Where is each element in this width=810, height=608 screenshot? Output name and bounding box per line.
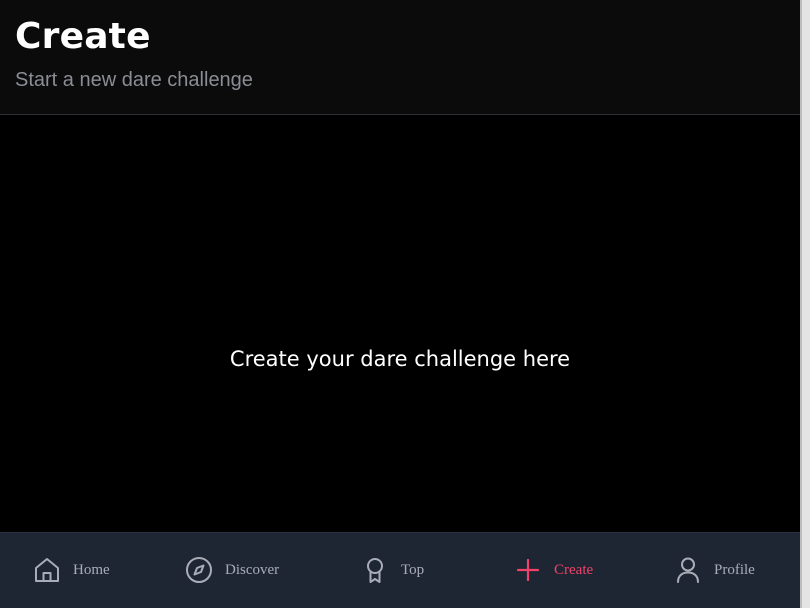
nav-item-label: Home: [73, 561, 110, 578]
create-content-area: Create your dare challenge here: [0, 116, 800, 532]
nav-item-top[interactable]: Top: [361, 533, 424, 607]
nav-item-home[interactable]: Home: [33, 533, 110, 607]
page-subtitle: Start a new dare challenge: [15, 69, 253, 91]
home-icon: [35, 558, 59, 582]
award-icon: [367, 558, 383, 583]
nav-item-label: Discover: [225, 561, 280, 578]
bottom-nav-bar: Home Discover Top Create Profile: [0, 532, 800, 608]
page-header: Create Start a new dare challenge: [0, 0, 800, 115]
window-scrollbar[interactable]: [800, 0, 810, 608]
nav-item-create[interactable]: Create: [514, 533, 593, 607]
nav-item-discover[interactable]: Discover: [185, 533, 279, 607]
compass-icon: [186, 557, 212, 583]
create-placeholder-text: Create your dare challenge here: [229, 347, 571, 371]
user-icon: [677, 557, 699, 583]
nav-item-label: Top: [401, 561, 425, 578]
plus-icon: [516, 558, 540, 582]
nav-item-label: Create: [554, 561, 594, 578]
nav-item-profile[interactable]: Profile: [674, 533, 755, 607]
page-title: Create: [15, 16, 151, 57]
app-window: Create Start a new dare challenge Create…: [0, 0, 800, 608]
scrollbar-edge: [800, 0, 802, 608]
nav-item-label: Profile: [714, 561, 755, 578]
